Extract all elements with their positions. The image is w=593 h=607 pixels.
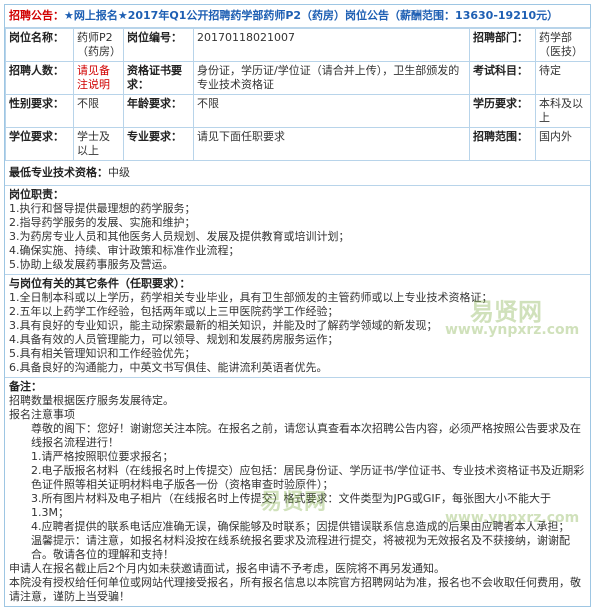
major-value: 请见下面任职要求 — [193, 127, 470, 161]
gender-label: 性别要求： — [5, 94, 74, 128]
condition-item: 6.具备良好的沟通能力，中英文书写俱佳、能讲流利英语者优先。 — [9, 361, 328, 374]
title-prefix: 招聘公告： — [9, 9, 64, 22]
notes-line: 申请人在报名截止后2个月内如未获邀请面试，报名申请不予考虑，医院将不再另发通知。 — [9, 562, 445, 575]
condition-item: 3.具有良好的专业知识，能主动探索最新的相关知识，并能及时了解药学领域的新发现； — [9, 319, 438, 332]
duty-item: 1.执行和督导提供最理想的药学服务； — [9, 202, 196, 215]
count-value: 请见备注说明 — [73, 61, 124, 95]
notes-item: 4.应聘者提供的联系电话应准确无误，确保能够及时联系；因提供错误联系信息造成的后… — [31, 520, 570, 533]
qualification-value: 中级 — [108, 166, 130, 179]
conditions-heading: 与岗位有关的其它条件（任职要求）： — [9, 277, 191, 290]
scope-value: 国内外 — [535, 127, 591, 161]
notes-line: 本院没有授权给任何单位或网站代理接受报名，所有报名信息以本院官方招聘网站为准，报… — [9, 576, 581, 603]
count-label: 招聘人数： — [5, 61, 74, 95]
duty-item: 5.协助上级发展药事服务及营运。 — [9, 258, 174, 271]
scope-label: 招聘范围： — [469, 127, 536, 161]
exam-value: 待定 — [535, 61, 591, 95]
qualification-label: 最低专业技术资格： — [9, 166, 108, 179]
duties-section: 岗位职责： 1.执行和督导提供最理想的药学服务； 2.指导药学服务的发展、实施和… — [5, 186, 590, 275]
notice-title: 招聘公告：★网上报名★2017年Q1公开招聘药学部药师P2（药房）岗位公告（薪酬… — [5, 5, 590, 28]
conditions-section: 与岗位有关的其它条件（任职要求）： 1.全日制本科或以上学历，药学相关专业毕业，… — [5, 275, 590, 378]
duty-item: 3.为药房专业人员和其他医务人员规划、发展及提供教育或培训计划； — [9, 230, 350, 243]
notes-item: 1.请严格按照职位要求报名； — [31, 450, 174, 463]
condition-item: 1.全日制本科或以上学历，药学相关专业毕业，具有卫生部颁发的主管药师或以上专业技… — [9, 291, 493, 304]
job-notice-sheet: 招聘公告：★网上报名★2017年Q1公开招聘药学部药师P2（药房）岗位公告（薪酬… — [4, 4, 591, 607]
cert-value: 身份证，学历证/学位证（请合并上传），卫生部颁发的专业技术资格证 — [193, 61, 470, 95]
notes-heading: 备注： — [9, 380, 42, 393]
duties-heading: 岗位职责： — [9, 188, 64, 201]
duty-item: 4.确保实施、持续、审计政策和标准作业流程； — [9, 244, 240, 257]
condition-item: 5.具有相关管理知识和工作经验优先； — [9, 347, 196, 360]
cert-label: 资格证书要求： — [123, 61, 194, 95]
qualification-section: 最低专业技术资格：中级 — [5, 161, 590, 186]
info-table: 岗位名称： 药师P2（药房） 岗位编号： 20170118021007 招聘部门… — [5, 28, 591, 161]
position-code-value: 20170118021007 — [193, 28, 470, 62]
exam-label: 考试科目： — [469, 61, 536, 95]
position-name-label: 岗位名称： — [5, 28, 74, 62]
notes-section: 备注： 招聘数量根据医疗服务发展待定。 报名注意事项 尊敬的阁下：您好！谢谢您关… — [5, 378, 590, 606]
edu-value: 本科及以上 — [535, 94, 591, 128]
notes-line: 招聘数量根据医疗服务发展待定。 — [9, 394, 174, 407]
notes-item: 2.电子版报名材料（在线报名时上传提交）应包括：居民身份证、学历证书/学位证书、… — [31, 464, 585, 491]
title-text: ★网上报名★2017年Q1公开招聘药学部药师P2（药房）岗位公告（薪酬范围：13… — [64, 9, 559, 22]
degree-value: 学士及以上 — [73, 127, 124, 161]
notes-warm-tip: 温馨提示：请注意，如报名材料没按在线系统报名要求及流程进行提交，将被视为无效报名… — [31, 534, 570, 561]
notes-greeting: 尊敬的阁下：您好！谢谢您关注本院。在报名之前，请您认真查看本次招聘公告内容，必须… — [31, 422, 581, 449]
degree-label: 学位要求： — [5, 127, 74, 161]
page: 招聘公告：★网上报名★2017年Q1公开招聘药学部药师P2（药房）岗位公告（薪酬… — [0, 0, 593, 607]
condition-item: 4.具备有效的人员管理能力，可以领导、规划和发展药房服务运作； — [9, 333, 339, 346]
age-label: 年龄要求： — [123, 94, 194, 128]
age-value: 不限 — [193, 94, 470, 128]
position-name-value: 药师P2（药房） — [73, 28, 124, 62]
major-label: 专业要求： — [123, 127, 194, 161]
notes-line: 报名注意事项 — [9, 408, 75, 421]
dept-value: 药学部（医技） — [535, 28, 591, 62]
duty-item: 2.指导药学服务的发展、实施和维护； — [9, 216, 196, 229]
dept-label: 招聘部门： — [469, 28, 536, 62]
position-code-label: 岗位编号： — [123, 28, 194, 62]
edu-label: 学历要求： — [469, 94, 536, 128]
notes-item: 3.所有图片材料及电子相片（在线报名时上传提交）格式要求：文件类型为JPG或GI… — [31, 492, 551, 519]
gender-value: 不限 — [73, 94, 124, 128]
condition-item: 2.五年以上药学工作经验，包括两年或以上三甲医院药学工作经验； — [9, 305, 339, 318]
